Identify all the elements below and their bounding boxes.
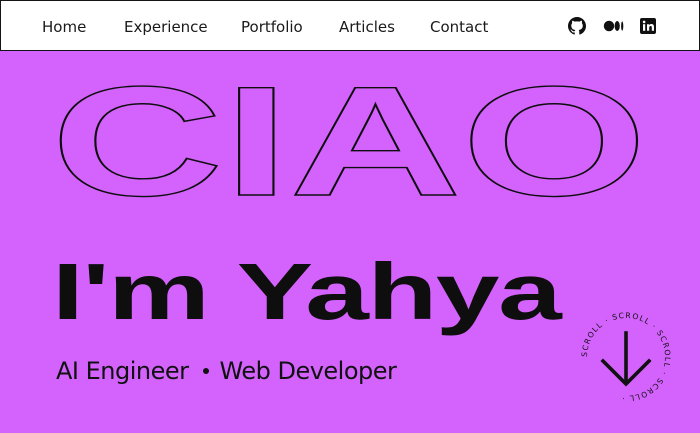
arrow-down-icon bbox=[600, 331, 652, 387]
ciao-outline-heading: CIAO bbox=[50, 54, 647, 210]
medium-icon[interactable] bbox=[603, 17, 625, 35]
nav-link-portfolio[interactable]: Portfolio bbox=[241, 18, 303, 36]
github-icon[interactable] bbox=[568, 17, 586, 35]
nav-link-contact[interactable]: Contact bbox=[430, 18, 488, 36]
nav-link-articles[interactable]: Articles bbox=[339, 18, 395, 36]
nav-link-home[interactable]: Home bbox=[42, 18, 86, 36]
scroll-badge[interactable]: SCROLL · SCROLL · SCROLL · SCROLL · bbox=[575, 306, 677, 408]
roles-line: AI Engineer Web Developer bbox=[56, 356, 397, 386]
hero-name: I'm Yahya bbox=[52, 247, 562, 336]
role-separator-dot bbox=[202, 368, 209, 374]
ciao-text: CIAO bbox=[51, 55, 647, 210]
role-web-developer: Web Developer bbox=[219, 357, 397, 385]
top-navbar: Home Experience Portfolio Articles Conta… bbox=[0, 0, 700, 51]
linkedin-icon[interactable] bbox=[639, 17, 657, 35]
role-ai-engineer: AI Engineer bbox=[56, 357, 189, 385]
nav-link-experience[interactable]: Experience bbox=[124, 18, 208, 36]
